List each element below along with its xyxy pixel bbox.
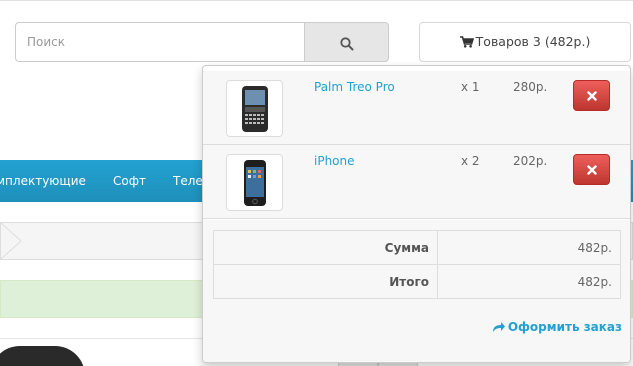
shopping-cart-icon (459, 36, 474, 48)
search-group: Поиск (15, 22, 389, 62)
product-price: 202р. (513, 154, 548, 168)
product-name-link[interactable]: Palm Treo Pro (314, 80, 395, 94)
table-row: Итого 482р. (213, 264, 621, 299)
search-button[interactable] (304, 22, 389, 62)
product-thumbnail[interactable] (226, 80, 283, 137)
product-thumbnail[interactable] (226, 154, 283, 211)
breadcrumb-separator-icon (1, 223, 22, 259)
checkout-link[interactable]: Оформить заказ (492, 320, 622, 334)
product-price: 280р. (513, 80, 548, 94)
cart-item: Palm Treo Pro x 1 280р. (203, 71, 630, 145)
menu-item-components[interactable]: мплектующие (0, 160, 86, 202)
product-quantity: x 1 (461, 80, 480, 94)
totals-table: Сумма 482р. Итого 482р. (213, 230, 621, 299)
cart-dropdown: Palm Treo Pro x 1 280р. iPhone x 2 202р. (202, 65, 631, 363)
product-quantity: x 2 (461, 154, 480, 168)
cart-button[interactable]: Товаров 3 (482р.) (419, 22, 631, 62)
subtotal-value: 482р. (437, 230, 621, 265)
search-input[interactable]: Поиск (15, 22, 305, 62)
close-icon (587, 165, 597, 175)
product-image[interactable] (0, 346, 85, 366)
iphone-image (244, 160, 266, 206)
menu-item-software[interactable]: Софт (113, 160, 146, 202)
remove-item-button[interactable] (573, 80, 610, 111)
checkout-label: Оформить заказ (507, 320, 622, 334)
total-label: Итого (213, 264, 438, 299)
product-name-link[interactable]: iPhone (314, 154, 355, 168)
header-divider (0, 0, 633, 1)
remove-item-button[interactable] (573, 154, 610, 185)
search-icon (340, 37, 354, 51)
menu-item-phones[interactable]: Теле (173, 160, 203, 202)
palm-treo-pro-image (242, 86, 268, 132)
share-arrow-icon (492, 322, 505, 332)
subtotal-label: Сумма (213, 230, 438, 265)
table-row: Сумма 482р. (213, 230, 621, 265)
total-value: 482р. (437, 264, 621, 299)
cart-summary: Сумма 482р. Итого 482р. Оформить заказ (203, 220, 630, 362)
cart-item: iPhone x 2 202р. (203, 145, 630, 219)
close-icon (587, 91, 597, 101)
cart-button-label: Товаров 3 (482р.) (475, 34, 591, 49)
